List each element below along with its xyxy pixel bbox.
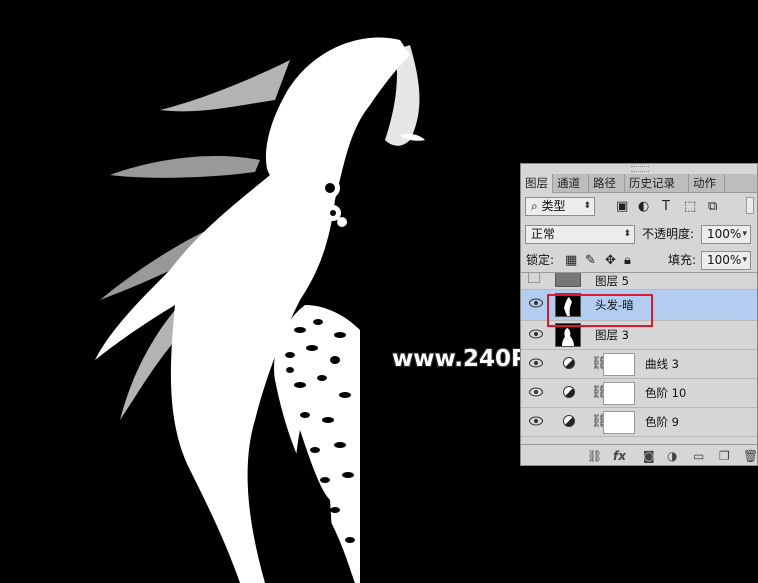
tab-layers[interactable]: 图层	[521, 174, 553, 193]
filter-dropdown[interactable]: ⌕ 类型 ⬍	[525, 197, 595, 216]
adjustment-icon	[563, 357, 575, 369]
tab-actions[interactable]: 动作	[689, 174, 725, 192]
blend-mode-select[interactable]: 正常 ⬍	[525, 225, 635, 244]
layer-name: 色阶 9	[645, 415, 679, 429]
layer-name: 曲线 3	[645, 357, 679, 371]
tab-history[interactable]: 历史记录	[625, 174, 689, 192]
adjustment-icon	[563, 386, 575, 398]
chevron-down-icon: ▾	[742, 229, 747, 239]
panel-footer: ⛓ fx ◙ ◑ ▭ ❐ 🗑︎	[521, 444, 758, 467]
tab-channels[interactable]: 通道	[553, 174, 589, 192]
shape-filter-icon[interactable]: ⬚	[684, 197, 696, 216]
blend-row: 正常 ⬍ 不透明度: 100% ▾	[521, 222, 757, 248]
mask-thumbnail	[603, 411, 635, 434]
layer-row[interactable]: ⛓ 色阶 9	[521, 408, 757, 437]
new-group-icon[interactable]: ▭	[693, 447, 704, 465]
smart-object-filter-icon[interactable]: ⧉	[708, 197, 717, 216]
opacity-field[interactable]: 100% ▾	[701, 225, 751, 244]
lock-label: 锁定:	[526, 253, 555, 267]
panel-grip[interactable]	[631, 166, 649, 172]
layer-row[interactable]: 图层 5	[521, 273, 757, 290]
link-layers-icon[interactable]: ⛓	[587, 447, 602, 465]
eye-icon[interactable]	[529, 298, 543, 308]
opacity-value: 100%	[707, 227, 742, 241]
dropdown-arrow-icon: ⬍	[583, 201, 591, 211]
add-mask-icon[interactable]: ◙	[643, 447, 655, 465]
new-layer-icon[interactable]: ❐	[719, 447, 730, 465]
layer-row[interactable]: ⛓ 色阶 10	[521, 379, 757, 408]
highlight-box	[547, 294, 653, 327]
layer-row[interactable]: ⛓ 曲线 3	[521, 350, 757, 379]
layer-name: 色阶 10	[645, 386, 687, 400]
filter-toggle[interactable]	[746, 197, 754, 214]
layer-thumbnail	[555, 273, 581, 287]
filter-row: ⌕ 类型 ⬍ ▣ ◐ T ⬚ ⧉	[521, 195, 757, 221]
fill-value: 100%	[707, 253, 742, 267]
mask-thumbnail	[603, 353, 635, 376]
new-adjustment-icon[interactable]: ◑	[667, 447, 677, 465]
fill-label: 填充:	[668, 253, 697, 267]
eye-icon[interactable]	[529, 416, 543, 426]
chevron-down-icon: ▾	[742, 255, 747, 265]
filter-label: 类型	[541, 199, 566, 213]
lock-all-icon[interactable]: 🔒︎	[624, 251, 631, 270]
eye-icon[interactable]	[529, 329, 543, 339]
adjustment-filter-icon[interactable]: ◐	[638, 197, 649, 216]
eye-icon[interactable]	[529, 358, 543, 368]
figure-thumbnail-icon	[562, 328, 574, 346]
eye-icon[interactable]	[529, 387, 543, 397]
visibility-toggle[interactable]	[528, 273, 540, 283]
mask-thumbnail	[603, 382, 635, 405]
fill-field[interactable]: 100% ▾	[701, 251, 751, 270]
search-icon: ⌕	[531, 199, 542, 213]
pixel-filter-icon[interactable]: ▣	[616, 197, 628, 216]
dropdown-arrow-icon: ⬍	[623, 229, 631, 239]
lock-paint-icon[interactable]: ✎	[585, 251, 596, 270]
panel-menu[interactable]	[725, 174, 757, 192]
panel-tabs: 图层 通道 路径 历史记录 动作	[521, 174, 757, 193]
trash-icon[interactable]: 🗑︎	[743, 447, 758, 465]
lock-transparent-icon[interactable]: ▦	[565, 251, 577, 270]
lock-move-icon[interactable]: ✥	[605, 251, 616, 270]
tab-paths[interactable]: 路径	[589, 174, 625, 192]
opacity-label: 不透明度:	[642, 227, 695, 241]
type-filter-icon[interactable]: T	[662, 197, 670, 216]
adjustment-icon	[563, 415, 575, 427]
fx-icon[interactable]: fx	[613, 447, 626, 465]
blend-mode-value: 正常	[531, 227, 556, 241]
